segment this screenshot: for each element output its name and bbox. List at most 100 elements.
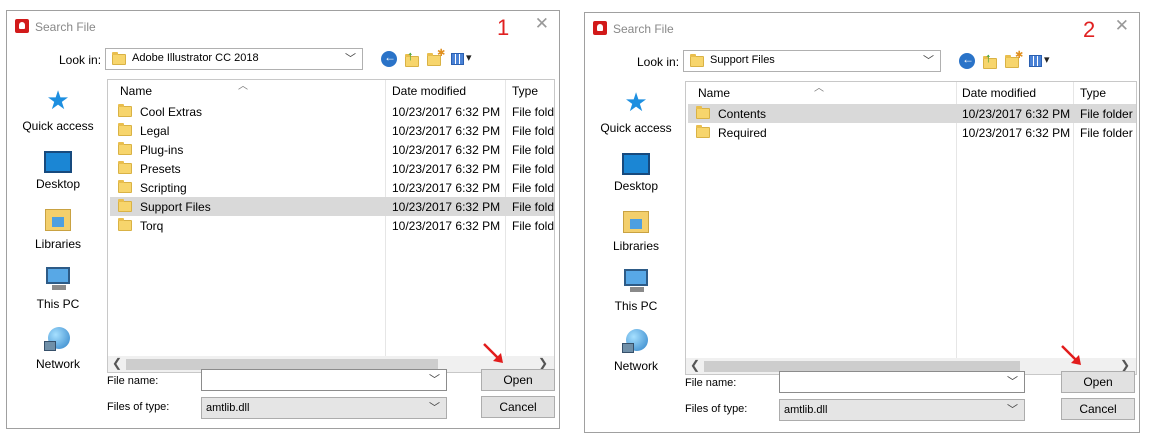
file-name-cell: Support Files xyxy=(140,200,211,214)
place-label: Libraries xyxy=(34,237,82,251)
sort-ascending-icon: ︿ xyxy=(238,81,248,92)
type-cell: File folder xyxy=(1080,107,1133,121)
place-label: Desktop xyxy=(613,179,659,193)
type-cell: File folder xyxy=(1080,126,1133,140)
place-quick-access[interactable]: ★ Quick access xyxy=(591,89,681,135)
file-name-cell: Required xyxy=(718,126,767,140)
scroll-right-icon[interactable]: ❯ xyxy=(538,356,548,370)
step-number: 2 xyxy=(1083,17,1096,42)
type-cell: File folder xyxy=(512,143,555,157)
look-in-dropdown[interactable]: Adobe Illustrator CC 2018 ﹀ xyxy=(105,48,363,70)
red-arrow-icon xyxy=(483,343,503,363)
close-icon[interactable]: ✕ xyxy=(535,14,549,34)
list-item[interactable]: Scripting 10/23/2017 6:32 PM File folder xyxy=(110,178,554,197)
file-list: Name ︿ Date modified Type Contents 10/23/… xyxy=(685,81,1137,375)
scroll-left-icon[interactable]: ❮ xyxy=(690,358,700,372)
place-network[interactable]: Network xyxy=(591,329,681,373)
dialog-title: Search File xyxy=(35,20,96,34)
up-folder-icon[interactable] xyxy=(981,50,997,69)
file-name-cell: Torq xyxy=(140,219,164,233)
folder-icon xyxy=(118,218,132,231)
file-name-field[interactable]: ﹀ xyxy=(779,371,1025,393)
place-network[interactable]: Network xyxy=(13,327,103,371)
folder-icon xyxy=(118,161,132,174)
date-modified-cell: 10/23/2017 6:32 PM xyxy=(392,162,501,176)
chevron-down-icon: ﹀ xyxy=(1007,404,1018,416)
file-name-field[interactable]: ﹀ xyxy=(201,369,447,391)
view-menu-icon[interactable] xyxy=(1029,53,1053,69)
files-of-type-select[interactable]: amtlib.dll ﹀ xyxy=(779,399,1025,421)
list-item[interactable]: Cool Extras 10/23/2017 6:32 PM File folder xyxy=(110,102,554,121)
list-item[interactable]: Required 10/23/2017 6:32 PM File folder xyxy=(688,123,1136,142)
close-icon[interactable]: ✕ xyxy=(1115,16,1129,36)
search-file-dialog: Search File 1 ✕ Look in: Adobe Illustrat… xyxy=(6,10,560,429)
file-list: Name ︿ Date modified Type Cool Extras 10/… xyxy=(107,79,555,373)
place-libraries[interactable]: Libraries xyxy=(13,207,103,251)
chevron-down-icon[interactable]: ﹀ xyxy=(1007,373,1018,389)
folder-icon xyxy=(118,142,132,155)
app-icon xyxy=(15,19,29,33)
chevron-down-icon: ﹀ xyxy=(429,402,440,414)
file-name-cell: Contents xyxy=(718,107,767,121)
column-header-date[interactable]: Date modified xyxy=(962,86,1036,100)
back-icon[interactable] xyxy=(959,52,975,69)
network-icon xyxy=(622,329,650,355)
file-name-cell: Legal xyxy=(140,124,170,138)
list-item[interactable]: Contents 10/23/2017 6:32 PM File folder xyxy=(688,104,1136,123)
view-menu-icon[interactable] xyxy=(451,51,475,67)
files-of-type-value: amtlib.dll xyxy=(784,404,828,416)
place-label: This PC xyxy=(614,299,658,313)
column-header-type[interactable]: Type xyxy=(1080,86,1106,100)
folder-icon xyxy=(696,106,710,119)
app-icon xyxy=(593,21,607,35)
up-folder-icon[interactable] xyxy=(403,48,419,67)
column-header-name[interactable]: Name xyxy=(698,86,730,100)
place-label: Libraries xyxy=(612,239,660,253)
new-folder-icon[interactable] xyxy=(427,48,445,67)
network-icon xyxy=(44,327,72,353)
place-quick-access[interactable]: ★ Quick access xyxy=(13,87,103,133)
type-cell: File folder xyxy=(512,219,555,233)
place-label: Network xyxy=(613,359,658,373)
type-cell: File folder xyxy=(512,200,555,214)
list-item[interactable]: Plug-ins 10/23/2017 6:32 PM File folder xyxy=(110,140,554,159)
scroll-right-icon[interactable]: ❯ xyxy=(1120,358,1130,372)
star-icon: ★ xyxy=(624,87,648,117)
column-header-date[interactable]: Date modified xyxy=(392,84,466,98)
place-label: Network xyxy=(35,357,80,371)
look-in-value: Adobe Illustrator CC 2018 xyxy=(132,52,259,64)
cancel-button[interactable]: Cancel xyxy=(481,396,555,418)
place-this-pc[interactable]: This PC xyxy=(591,269,681,313)
desktop-icon xyxy=(622,153,650,175)
scroll-left-icon[interactable]: ❮ xyxy=(112,356,122,370)
place-this-pc[interactable]: This PC xyxy=(13,267,103,311)
type-cell: File folder xyxy=(512,181,555,195)
place-desktop[interactable]: Desktop xyxy=(591,153,681,193)
open-button[interactable]: Open xyxy=(1061,371,1135,393)
list-item[interactable]: Support Files 10/23/2017 6:32 PM File fold… xyxy=(110,197,554,216)
folder-icon xyxy=(118,123,132,136)
list-item[interactable]: Legal 10/23/2017 6:32 PM File folder xyxy=(110,121,554,140)
place-desktop[interactable]: Desktop xyxy=(13,151,103,191)
files-of-type-select[interactable]: amtlib.dll ﹀ xyxy=(201,397,447,419)
open-button[interactable]: Open xyxy=(481,369,555,391)
red-arrow-icon xyxy=(1061,345,1081,365)
column-header-type[interactable]: Type xyxy=(512,84,538,98)
place-label: Desktop xyxy=(35,177,81,191)
title-bar: Search File 1 ✕ xyxy=(7,11,559,41)
list-item[interactable]: Presets 10/23/2017 6:32 PM File folder xyxy=(110,159,554,178)
place-label: This PC xyxy=(36,297,80,311)
list-item[interactable]: Torq 10/23/2017 6:32 PM File folder xyxy=(110,216,554,235)
cancel-button[interactable]: Cancel xyxy=(1061,398,1135,420)
column-header-name[interactable]: Name xyxy=(120,84,152,98)
dialog-title: Search File xyxy=(613,22,674,36)
date-modified-cell: 10/23/2017 6:32 PM xyxy=(962,126,1071,140)
place-libraries[interactable]: Libraries xyxy=(591,209,681,253)
file-name-cell: Plug-ins xyxy=(140,143,184,157)
chevron-down-icon[interactable]: ﹀ xyxy=(429,371,440,387)
new-folder-icon[interactable] xyxy=(1005,50,1023,69)
look-in-dropdown[interactable]: Support Files ﹀ xyxy=(683,50,941,72)
back-icon[interactable] xyxy=(381,50,397,67)
type-cell: File folder xyxy=(512,105,555,119)
place-label: Quick access xyxy=(22,119,94,133)
